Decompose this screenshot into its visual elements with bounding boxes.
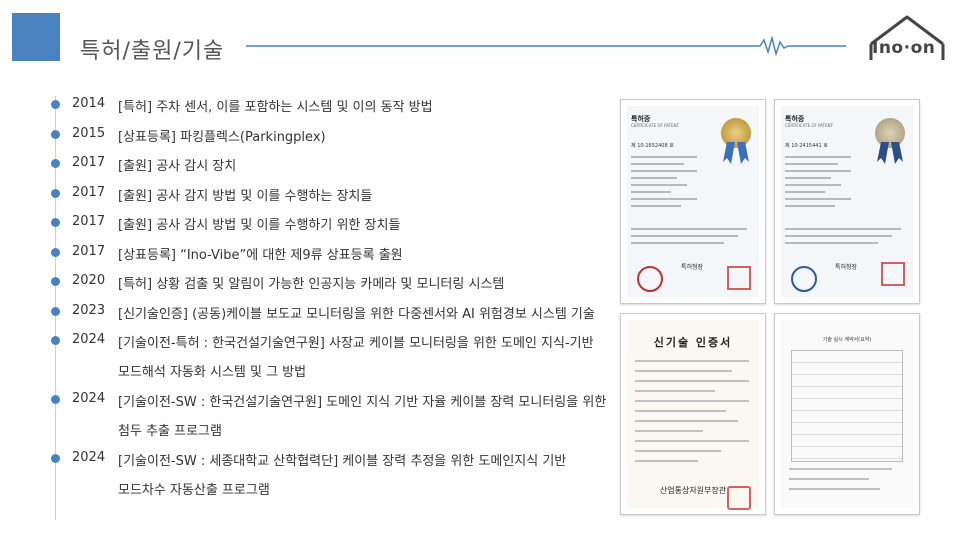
official-stamp-icon [727, 486, 751, 510]
dot-icon [51, 454, 60, 463]
certificate-title: 신기술 인증서 [653, 336, 733, 349]
agency-emblem-icon [637, 266, 663, 292]
certificate-text-lines [631, 156, 697, 212]
certificate-text-lines [785, 156, 851, 212]
technology-transfer-document: 기술 실시 계약서(요약) [774, 313, 920, 515]
new-technology-certificate: 신기술 인증서 산업통상자원부장관 [620, 313, 766, 515]
dot-icon [51, 277, 60, 286]
timeline-text: [특허] 상황 검출 및 알림이 가능한 인공지능 카메라 및 모니터링 시스템 [118, 277, 505, 292]
timeline-text-continued: 모드해석 자동화 시스템 및 그 방법 [118, 365, 307, 380]
document-title: 기술 실시 계약서(요약) [822, 337, 872, 343]
official-stamp-icon [727, 266, 751, 290]
timeline-text: [기술이전-SW : 한국건설기술연구원] 도메인 지식 기반 자율 케이블 장… [118, 395, 607, 410]
timeline-year: 2024 [72, 450, 106, 465]
certificate-signer: 특허청장 [835, 264, 858, 271]
dot-icon [51, 130, 60, 139]
timeline-text: [특허] 주차 센서, 이를 포함하는 시스템 및 이의 동작 방법 [118, 100, 433, 115]
ribbon-icon [723, 142, 749, 164]
heartbeat-line-icon [246, 36, 846, 56]
timeline-text: [출원] 공사 감시 장치 [118, 159, 237, 174]
certificate-statement-lines [785, 228, 902, 249]
qr-code-icon [881, 262, 905, 286]
certificate-number: 제 10-1652408 호 [631, 143, 674, 149]
dot-icon [51, 307, 60, 316]
dot-icon [51, 248, 60, 257]
document-body: 기술 실시 계약서(요약) [781, 320, 913, 508]
timeline-text: [출원] 공사 감지 방법 및 이를 수행하는 장치들 [118, 189, 373, 204]
certificate-body: 특허증 CERTIFICATE OF PATENT 제 10-2415441 호… [781, 106, 913, 297]
certificate-text-lines [635, 360, 749, 470]
certificate-signer: 특허청장 [681, 264, 704, 271]
corner-accent-square [12, 13, 60, 61]
dot-icon [51, 159, 60, 168]
dot-icon [51, 395, 60, 404]
timeline-text-continued: 모드차수 자동산출 프로그램 [118, 483, 270, 498]
dot-icon [51, 218, 60, 227]
timeline-year: 2023 [72, 303, 106, 318]
certificate-subheading: CERTIFICATE OF PATENT [631, 123, 680, 128]
timeline-text: [상표등록] 파킹플렉스(Parkingplex) [118, 130, 326, 145]
timeline-year: 2014 [72, 96, 106, 111]
timeline-year: 2015 [72, 126, 106, 141]
dot-icon [51, 336, 60, 345]
timeline-text: [기술이전-특허 : 한국건설기술연구원] 사장교 케이블 모니터링을 위한 도… [118, 336, 594, 351]
timeline-year: 2017 [72, 214, 106, 229]
certificate-body: 특허증 CERTIFICATE OF PATENT 제 10-1652408 호… [627, 106, 759, 297]
certificate-statement-lines [631, 228, 748, 249]
timeline-text: [상표등록] “Ino-Vibe”에 대한 제9류 상표등록 출원 [118, 248, 403, 263]
timeline-year: 2024 [72, 391, 106, 406]
page-title: 특허/출원/기술 [80, 39, 225, 64]
company-logo-text: Ino·on [872, 38, 936, 58]
timeline-year: 2017 [72, 155, 106, 170]
timeline-year: 2017 [72, 244, 106, 259]
timeline-year: 2020 [72, 273, 106, 288]
timeline-text: [기술이전-SW : 세종대학교 산학협력단] 케이블 장력 추정을 위한 도메… [118, 454, 567, 469]
timeline-text: [신기술인증] (공동)케이블 보도교 모니터링을 위한 다중센서와 AI 위험… [118, 307, 595, 322]
dot-icon [51, 189, 60, 198]
timeline-text-continued: 첨두 추출 프로그램 [118, 424, 222, 439]
timeline-year: 2017 [72, 185, 106, 200]
patent-certificate-2: 특허증 CERTIFICATE OF PATENT 제 10-2415441 호… [774, 99, 920, 304]
certificate-body: 신기술 인증서 산업통상자원부장관 [627, 320, 759, 510]
ribbon-icon [877, 142, 903, 164]
timeline-text: [출원] 공사 감시 방법 및 이를 수행하기 위한 장치들 [118, 218, 401, 233]
korea-emblem-icon [791, 266, 817, 292]
certificate-subheading: CERTIFICATE OF PATENT [785, 123, 834, 128]
timeline-year: 2024 [72, 332, 106, 347]
dot-icon [51, 100, 60, 109]
document-table [791, 350, 903, 462]
certificate-number: 제 10-2415441 호 [785, 143, 828, 149]
patent-certificate-1: 특허증 CERTIFICATE OF PATENT 제 10-1652408 호… [620, 99, 766, 304]
document-text-lines [789, 468, 903, 498]
